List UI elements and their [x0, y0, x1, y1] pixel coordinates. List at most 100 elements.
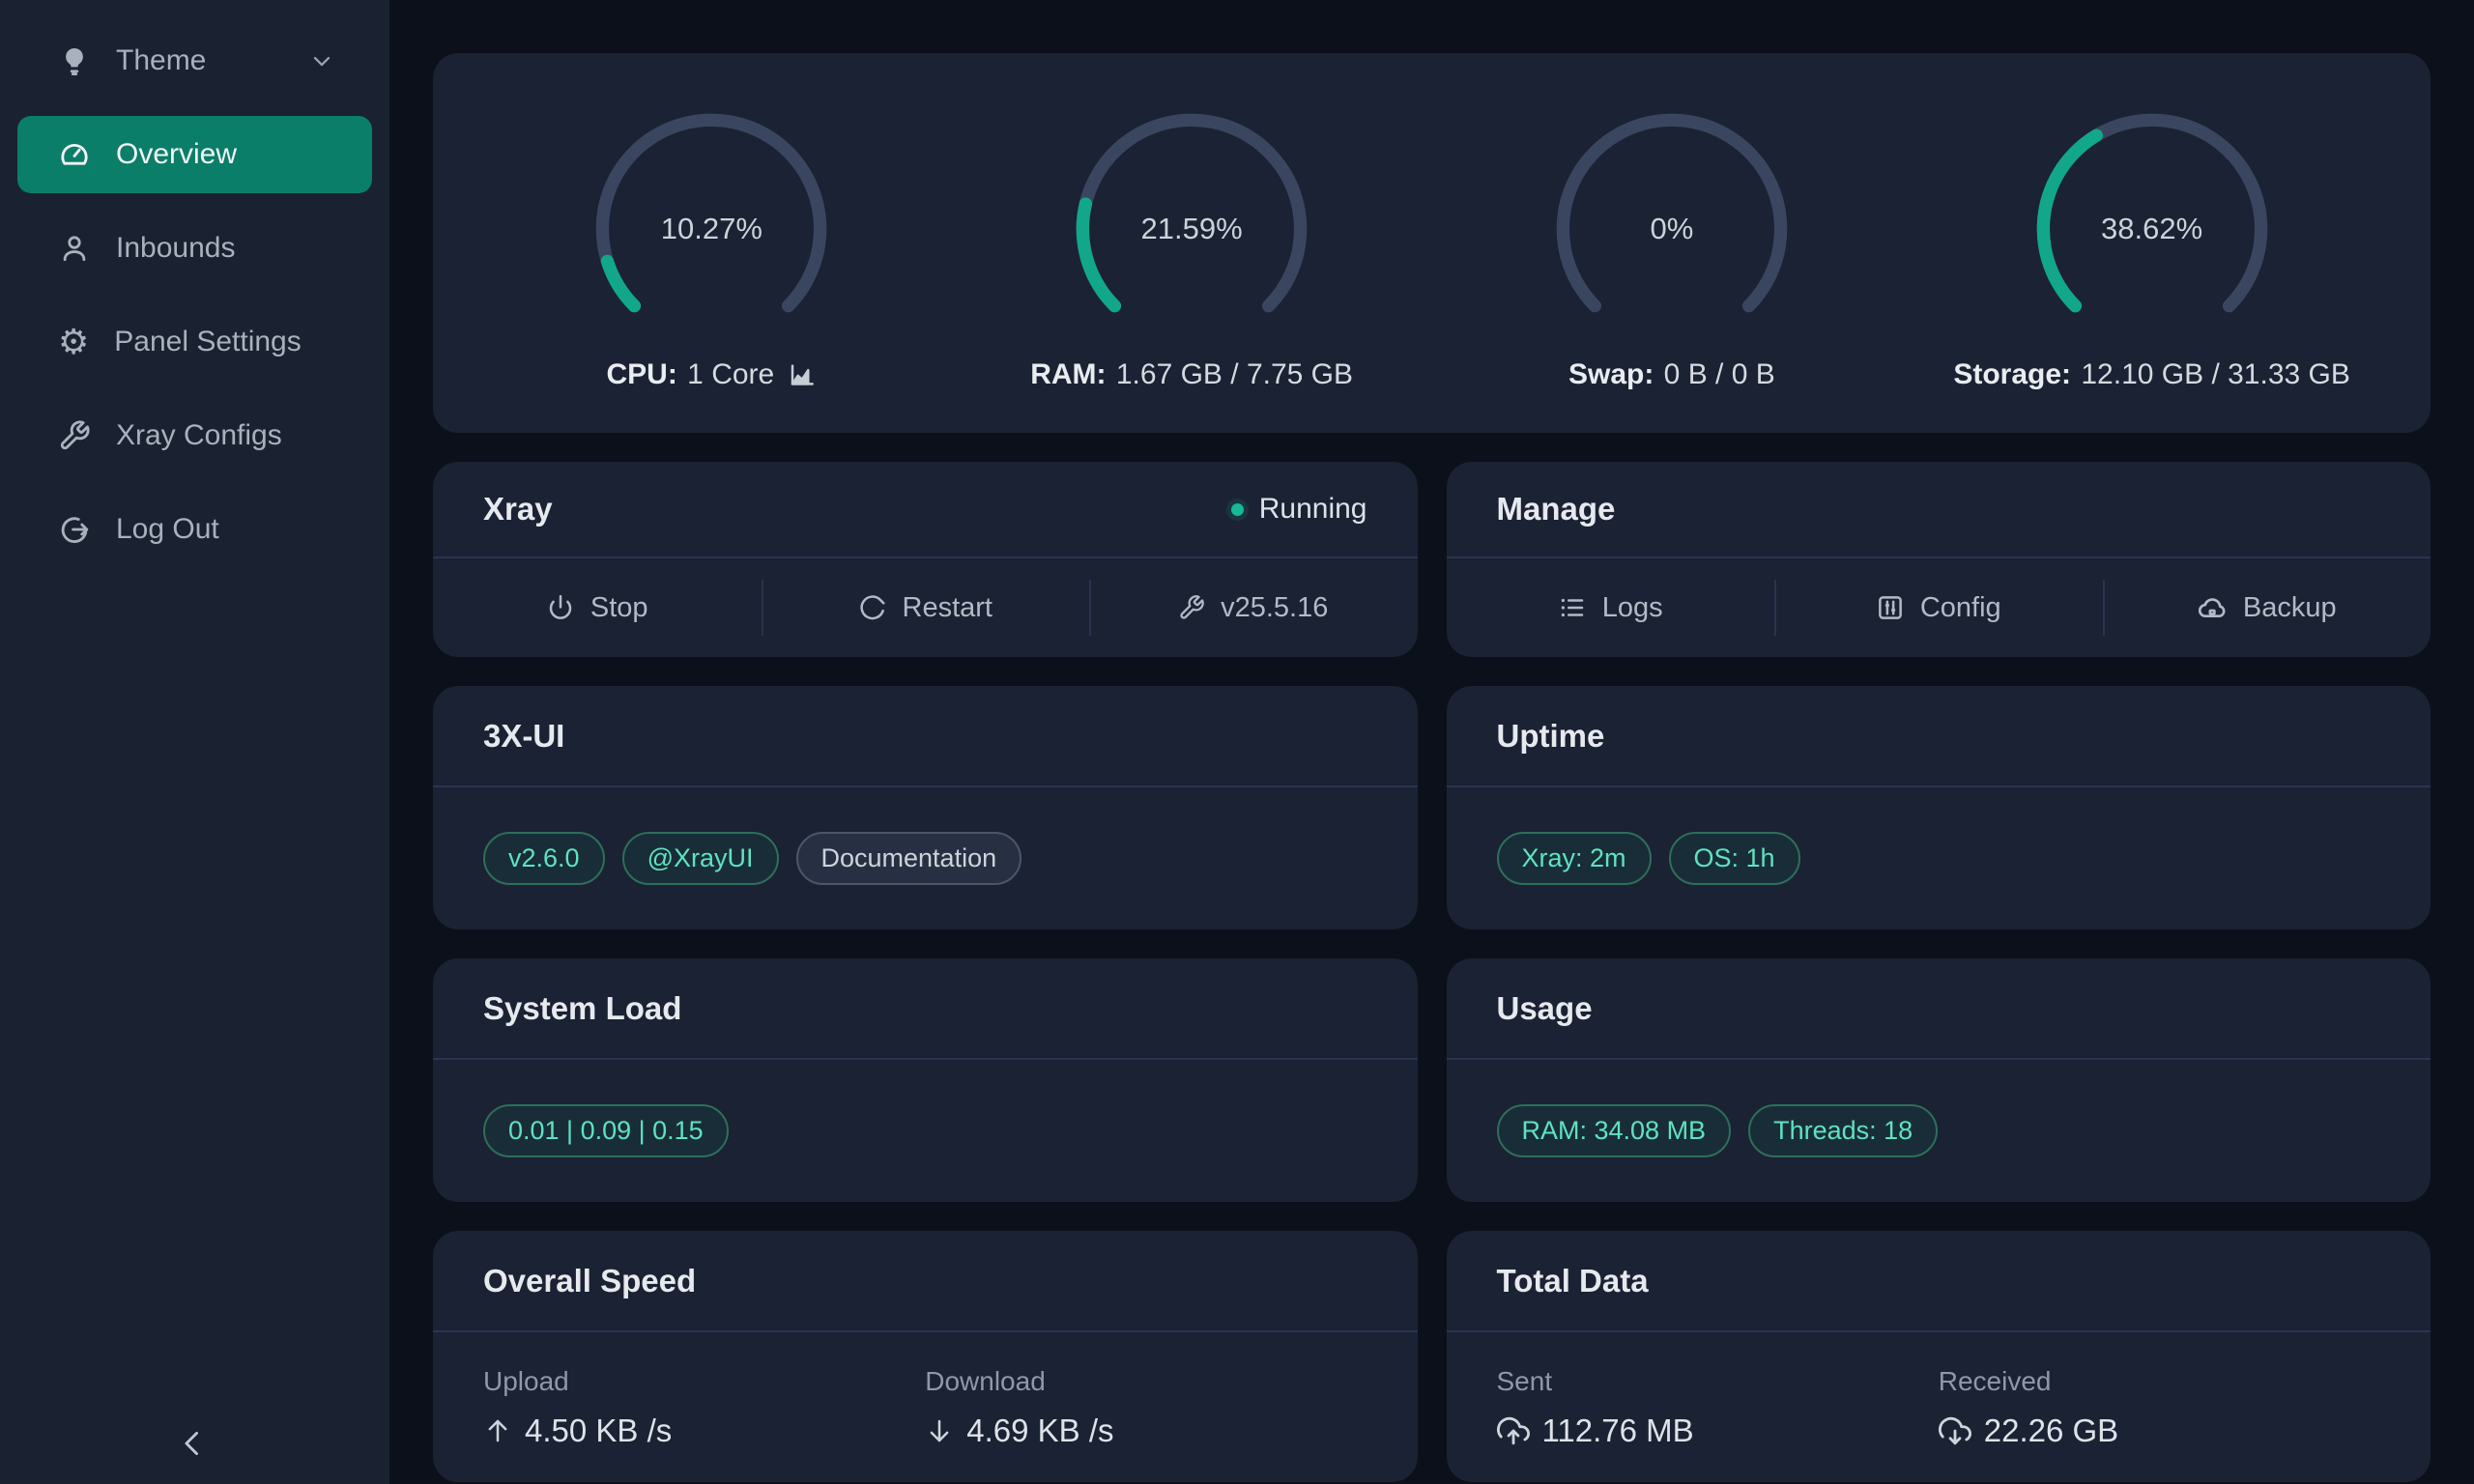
- gear-icon: ⚙: [58, 325, 89, 359]
- threads-tag: Threads: 18: [1748, 1104, 1938, 1158]
- dashboard-icon: [58, 138, 91, 171]
- download-stat: Download 4.69 KB /s: [925, 1366, 1366, 1449]
- sidebar-collapse-button[interactable]: [177, 1427, 210, 1463]
- sidebar-item-label: Theme: [116, 44, 206, 77]
- sidebar-item-label: Xray Configs: [116, 419, 282, 452]
- speed-stats: Upload 4.50 KB /s Download: [433, 1332, 1418, 1482]
- card-title: Total Data: [1497, 1263, 1649, 1299]
- xray-uptime-tag: Xray: 2m: [1497, 832, 1652, 886]
- usage-card: Usage RAM: 34.08 MB Threads: 18: [1447, 958, 2431, 1202]
- gauge-label: RAM: 1.67 GB / 7.75 GB: [1030, 358, 1353, 391]
- stat-label: Received: [1939, 1366, 2380, 1397]
- power-icon: [546, 593, 575, 622]
- documentation-tag[interactable]: Documentation: [796, 832, 1022, 886]
- sidebar: Theme Overview Inbounds ⚙ Panel Settings: [0, 0, 389, 1484]
- system-load-tags: 0.01 | 0.09 | 0.15: [433, 1060, 1418, 1202]
- xui-tags: v2.6.0 @XrayUI Documentation: [433, 787, 1418, 929]
- stat-value: 4.69 KB /s: [925, 1413, 1366, 1449]
- upload-stat: Upload 4.50 KB /s: [483, 1366, 925, 1449]
- status-text: Running: [1259, 493, 1367, 526]
- sidebar-item-label: Panel Settings: [114, 326, 301, 358]
- xray-status-badge: Running: [1231, 493, 1367, 526]
- card-title: Usage: [1497, 990, 1593, 1027]
- cloud-download-icon: [1939, 1414, 1971, 1447]
- sidebar-item-inbounds[interactable]: Inbounds: [17, 210, 372, 287]
- card-title: Overall Speed: [483, 1263, 696, 1299]
- total-data-card: Total Data Sent 112.76 MB: [1447, 1231, 2431, 1482]
- sidebar-item-label: Log Out: [116, 513, 219, 546]
- arrow-down-icon: [925, 1416, 954, 1445]
- sidebar-item-xray-configs[interactable]: Xray Configs: [17, 397, 372, 474]
- xray-actions: Stop Restart v25.5.16: [433, 558, 1418, 657]
- sidebar-item-overview[interactable]: Overview: [17, 116, 372, 193]
- user-icon: [58, 232, 91, 265]
- overall-speed-card: Overall Speed Upload 4.50 KB /s Downlo: [433, 1231, 1418, 1482]
- stat-value: 112.76 MB: [1497, 1413, 1939, 1449]
- received-stat: Received 22.26 GB: [1939, 1366, 2380, 1449]
- gauge-percent: 21.59%: [1141, 212, 1243, 246]
- usage-tags: RAM: 34.08 MB Threads: 18: [1447, 1060, 2431, 1202]
- gauge-cpu: 10.27% CPU: 1 Core: [472, 53, 952, 433]
- restart-button[interactable]: Restart: [762, 558, 1090, 657]
- sidebar-item-label: Overview: [116, 138, 237, 171]
- gauge-swap: 0% Swap: 0 B / 0 B: [1432, 53, 1913, 433]
- xrayui-tag[interactable]: @XrayUI: [622, 832, 779, 886]
- chevron-left-icon: [177, 1427, 210, 1460]
- uptime-card: Uptime Xray: 2m OS: 1h: [1447, 686, 2431, 929]
- sync-icon: [858, 593, 887, 622]
- wrench-icon: [58, 419, 91, 452]
- config-button[interactable]: Config: [1774, 558, 2103, 657]
- tool-icon: [1178, 594, 1205, 621]
- card-title: Uptime: [1497, 718, 1605, 755]
- stop-button[interactable]: Stop: [433, 558, 762, 657]
- area-chart-icon[interactable]: [788, 360, 817, 389]
- sent-stat: Sent 112.76 MB: [1497, 1366, 1939, 1449]
- logout-icon: [58, 513, 91, 546]
- version-tag[interactable]: v2.6.0: [483, 832, 605, 886]
- card-title: System Load: [483, 990, 681, 1027]
- gauge-storage: 38.62% Storage: 12.10 GB / 31.33 GB: [1912, 53, 2392, 433]
- chevron-down-icon: [308, 47, 335, 74]
- status-dot-icon: [1231, 503, 1244, 516]
- cloud-icon: [2197, 592, 2228, 623]
- system-load-card: System Load 0.01 | 0.09 | 0.15: [433, 958, 1418, 1202]
- card-title: 3X-UI: [483, 718, 564, 755]
- gauge-ram: 21.59% RAM: 1.67 GB / 7.75 GB: [952, 53, 1432, 433]
- sidebar-item-log-out[interactable]: Log Out: [17, 491, 372, 568]
- stat-label: Sent: [1497, 1366, 1939, 1397]
- sidebar-item-label: Inbounds: [116, 232, 235, 265]
- control-icon: [1876, 593, 1905, 622]
- ram-usage-tag: RAM: 34.08 MB: [1497, 1104, 1732, 1158]
- os-uptime-tag: OS: 1h: [1669, 832, 1800, 886]
- manage-card: Manage Logs: [1447, 462, 2431, 657]
- gauge-percent: 10.27%: [661, 212, 762, 246]
- list-icon: [1558, 593, 1587, 622]
- main-content: 10.27% CPU: 1 Core 2: [389, 0, 2474, 1484]
- xray-card: Xray Running Stop: [433, 462, 1418, 657]
- sidebar-item-theme[interactable]: Theme: [17, 22, 372, 100]
- backup-button[interactable]: Backup: [2103, 558, 2431, 657]
- logs-button[interactable]: Logs: [1447, 558, 1775, 657]
- card-title: Manage: [1497, 491, 1616, 528]
- gauge-percent: 38.62%: [2101, 212, 2202, 246]
- xray-version-button[interactable]: v25.5.16: [1089, 558, 1418, 657]
- stat-value: 4.50 KB /s: [483, 1413, 925, 1449]
- cloud-upload-icon: [1497, 1414, 1530, 1447]
- manage-actions: Logs Config: [1447, 558, 2431, 657]
- stat-label: Upload: [483, 1366, 925, 1397]
- gauge-label: CPU: 1 Core: [607, 358, 818, 391]
- gauge-label: Storage: 12.10 GB / 31.33 GB: [1953, 358, 2350, 391]
- total-data-stats: Sent 112.76 MB Received: [1447, 1332, 2431, 1482]
- cards-grid: Xray Running Stop: [433, 462, 2431, 1482]
- system-stats-card: 10.27% CPU: 1 Core 2: [433, 53, 2431, 433]
- sidebar-item-panel-settings[interactable]: ⚙ Panel Settings: [17, 303, 372, 381]
- lightbulb-icon: [58, 44, 91, 77]
- stat-label: Download: [925, 1366, 1366, 1397]
- gauge-label: Swap: 0 B / 0 B: [1568, 358, 1775, 391]
- load-average-tag: 0.01 | 0.09 | 0.15: [483, 1104, 729, 1158]
- gauge-percent: 0%: [1650, 212, 1693, 246]
- arrow-up-icon: [483, 1416, 512, 1445]
- card-title: Xray: [483, 491, 553, 528]
- app-root: Theme Overview Inbounds ⚙ Panel Settings: [0, 0, 2474, 1484]
- xui-card: 3X-UI v2.6.0 @XrayUI Documentation: [433, 686, 1418, 929]
